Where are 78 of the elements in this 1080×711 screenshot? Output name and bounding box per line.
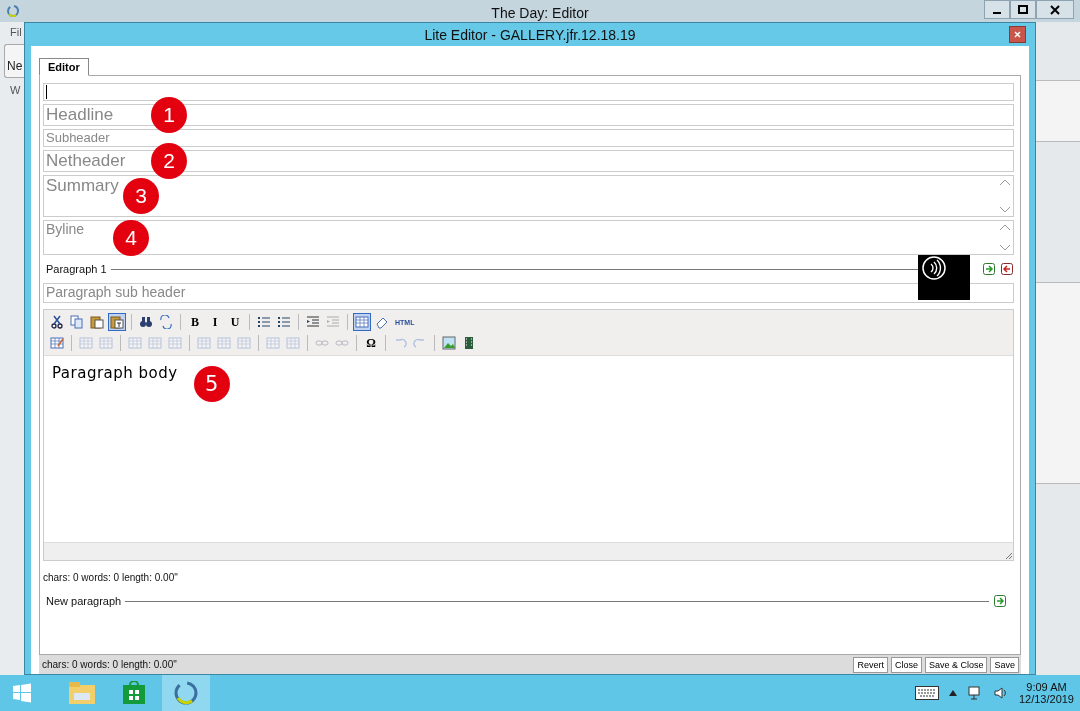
footer-button[interactable]: Revert: [853, 656, 888, 673]
body-text: Paragraph body: [52, 364, 178, 382]
keyboard-icon[interactable]: [914, 686, 939, 700]
app-window-title: The Day: Editor: [491, 3, 589, 21]
toolbar-button[interactable]: B: [186, 313, 204, 331]
store-icon: [122, 681, 146, 705]
input-field[interactable]: Paragraph sub header: [43, 283, 1014, 303]
film-icon: [462, 336, 476, 350]
number-marker: 1: [151, 97, 187, 133]
indent-icon: [326, 315, 340, 329]
scissors-icon: [50, 315, 64, 329]
close-button[interactable]: [1036, 0, 1074, 19]
add-paragraph-button[interactable]: [993, 594, 1007, 608]
grid-icon: [355, 315, 369, 329]
editor-body[interactable]: Paragraph body 5: [44, 356, 1013, 542]
sound-icon: [920, 254, 948, 282]
maximize-icon: [1018, 4, 1028, 15]
copy-icon: [70, 315, 84, 329]
toolbar-button[interactable]: [353, 313, 371, 331]
close-button[interactable]: [1009, 26, 1026, 43]
clock[interactable]: 9:09 AM 12/13/2019: [1018, 681, 1074, 705]
paste-icon: [90, 315, 104, 329]
app-logo-icon: [173, 680, 199, 706]
redo-icon: [413, 336, 427, 350]
maximize-button[interactable]: [1010, 0, 1036, 19]
network-icon[interactable]: [966, 685, 983, 701]
footer-button[interactable]: Close: [890, 656, 922, 673]
input-field[interactable]: [43, 83, 1014, 101]
footer-button[interactable]: Save & Close: [924, 656, 988, 673]
scroll-down-icon[interactable]: [999, 244, 1011, 252]
table-icon: [266, 336, 280, 350]
delete-paragraph-button[interactable]: [1000, 262, 1014, 276]
add-paragraph-button[interactable]: [982, 262, 996, 276]
toolbar-button[interactable]: [108, 313, 126, 331]
replace-icon: [159, 315, 173, 329]
toolbar-button[interactable]: I: [206, 313, 224, 331]
outdent-icon: [306, 315, 320, 329]
up-arrow-icon[interactable]: [948, 690, 957, 696]
input-field[interactable]: Subheader: [43, 129, 1014, 147]
menu-item[interactable]: Fil: [0, 26, 24, 38]
footer-button[interactable]: Save: [990, 656, 1019, 673]
volume-icon[interactable]: [992, 685, 1009, 701]
toolbar-button[interactable]: U: [226, 313, 244, 331]
tab[interactable]: Editor: [39, 58, 89, 76]
taskbar-app[interactable]: [162, 675, 210, 711]
resize-grip-icon[interactable]: [1003, 550, 1013, 560]
bullet-list-icon: [257, 315, 271, 329]
table-icon: [286, 336, 300, 350]
side-panel: [1036, 80, 1080, 142]
number-marker: 4: [113, 219, 149, 256]
paragraph-stats: chars: 0 words: 0 length: 0.00": [43, 571, 179, 585]
table-edit-icon: [50, 336, 64, 350]
status-text: chars: 0 words: 0 length: 0.00": [42, 659, 177, 670]
toolbar-button[interactable]: [48, 313, 66, 331]
scroll-up-icon[interactable]: [999, 223, 1011, 231]
close-icon: [1014, 31, 1021, 38]
scroll-down-icon[interactable]: [999, 206, 1011, 214]
paragraph-label: Paragraph 1: [46, 263, 107, 275]
eraser-icon: [375, 315, 389, 329]
number-marker: 3: [123, 178, 159, 214]
close-icon: [1050, 4, 1060, 15]
paste-text-icon: [110, 315, 124, 329]
scroll-up-icon[interactable]: [999, 178, 1011, 186]
number-marker: 5: [194, 366, 230, 402]
tab[interactable]: W: [0, 84, 24, 96]
folder-icon: [68, 681, 96, 705]
toolbar-button[interactable]: Ω: [362, 334, 380, 352]
toolbar-button[interactable]: Ne: [4, 44, 24, 78]
number-marker: 2: [151, 143, 187, 179]
minimize-icon: [993, 11, 1001, 14]
minimize-button[interactable]: [984, 0, 1010, 19]
undo-icon: [393, 336, 407, 350]
windows-icon: [12, 683, 32, 703]
image-icon: [442, 336, 456, 350]
paragraph-label: New paragraph: [46, 595, 122, 607]
app-logo-icon: [6, 4, 20, 18]
binoculars-icon: [139, 315, 153, 329]
dialog-title: Lite Editor - GALLERY.jfr.12.18.19: [424, 26, 636, 43]
